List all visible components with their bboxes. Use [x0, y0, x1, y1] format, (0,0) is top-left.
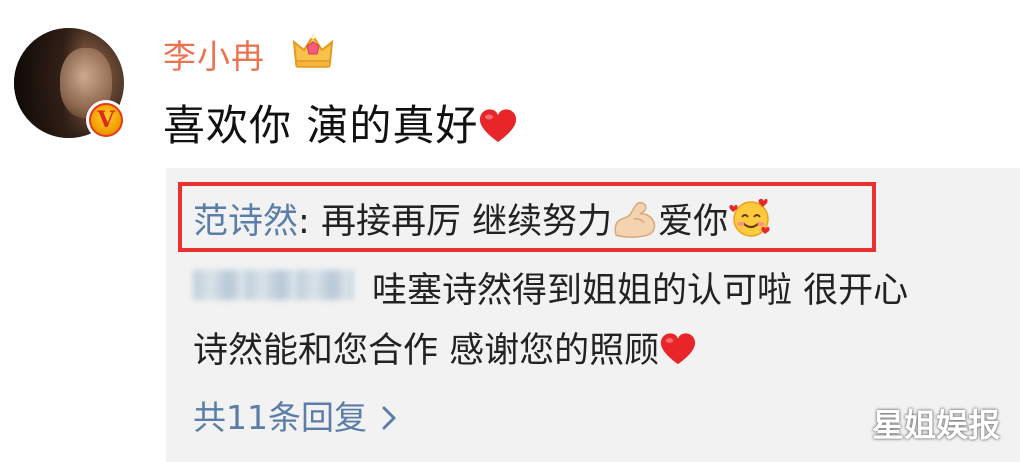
blurred-username	[193, 270, 353, 300]
chevron-right-icon[interactable]	[381, 405, 397, 431]
crown-icon	[292, 34, 334, 68]
reply-text-line1: 哇塞诗然得到姐姐的认可啦 很开心	[372, 271, 909, 311]
heart-icon	[480, 109, 517, 142]
watermark: 星姐娱报	[872, 406, 1001, 444]
comment-body: 喜欢你 演的真好	[163, 101, 479, 150]
verified-v-letter: V	[89, 103, 123, 137]
reply-text-line2-body: 诗然能和您合作 感谢您的照顾	[193, 331, 660, 371]
comment-username[interactable]: 李小冉	[163, 30, 265, 78]
reply-text-line2: 诗然能和您合作 感谢您的照顾	[193, 322, 697, 373]
verified-v-badge-icon: V	[86, 100, 126, 140]
reply-text: 再接再厉 继续努力	[320, 202, 613, 242]
reply-separator: :	[298, 202, 321, 242]
reply-text-after-emoji: 爱你	[658, 202, 729, 242]
reply-item: 范诗然: 再接再厉 继续努力 爱你	[193, 193, 774, 244]
more-replies-label[interactable]: 共11条回复	[193, 398, 367, 437]
comment-text: 喜欢你 演的真好	[163, 92, 518, 153]
flexed-bicep-icon	[614, 202, 656, 238]
heart-icon	[661, 333, 696, 365]
more-replies-link[interactable]: 共11条回复	[193, 391, 397, 439]
smiling-face-with-hearts-icon	[729, 198, 770, 237]
reply-author[interactable]: 范诗然	[193, 202, 298, 242]
